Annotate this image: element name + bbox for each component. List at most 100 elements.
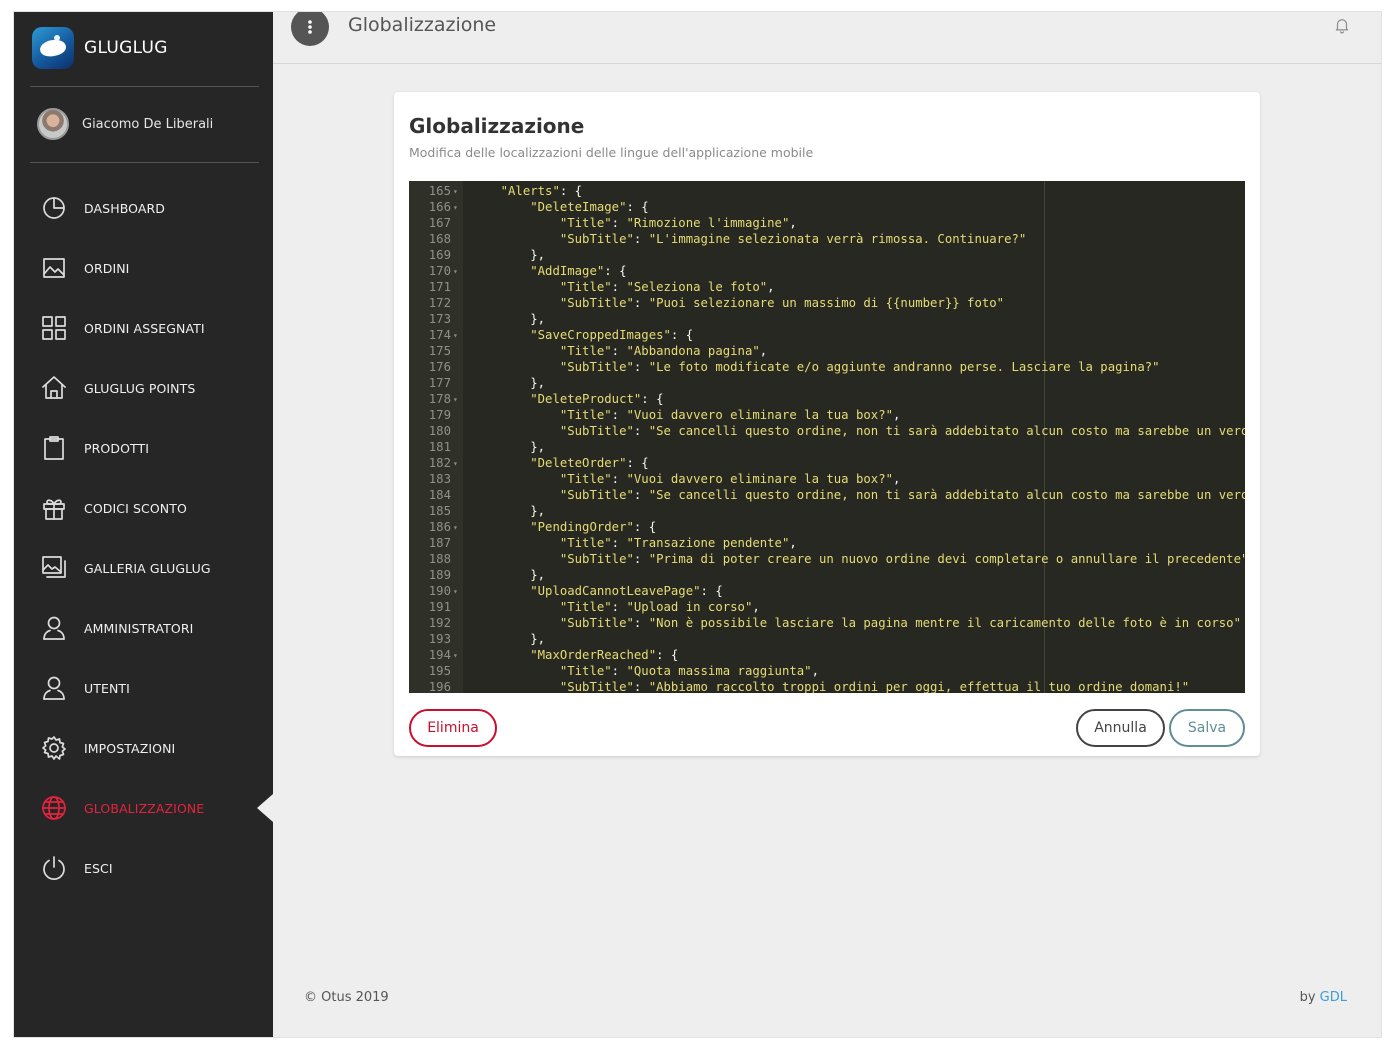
sidebar-item-dashboard[interactable]: DASHBOARD: [14, 178, 273, 238]
code-line: 190 ▾ "UploadCannotLeavePage": {: [409, 583, 1245, 599]
globe-icon: [40, 794, 68, 822]
line-number: 172: [428, 296, 451, 310]
sidebar-item-label: IMPOSTAZIONI: [84, 740, 176, 756]
line-number: 177: [428, 376, 451, 390]
footer-author-link[interactable]: GDL: [1320, 990, 1347, 1005]
code-text: },: [471, 440, 546, 454]
sidebar: GLUGLUG Giacomo De Liberali DASHBOARD ORD…: [14, 12, 273, 1037]
fold-toggle-icon[interactable]: ▾: [453, 391, 461, 408]
sidebar-item-amministratori[interactable]: AMMINISTRATORI: [14, 598, 273, 658]
fold-toggle-icon[interactable]: ▾: [453, 183, 461, 200]
bell-icon[interactable]: [1333, 16, 1351, 34]
save-button[interactable]: Salva: [1169, 709, 1245, 747]
code-line: 191 "Title": "Upload in corso",: [409, 599, 1245, 615]
code-text: "SubTitle": "Se cancelli questo ordine, …: [559, 424, 1245, 438]
sidebar-item-label: UTENTI: [84, 680, 130, 696]
fold-toggle-icon[interactable]: ▾: [453, 455, 461, 472]
line-number: 165: [428, 184, 451, 198]
sidebar-item-esci[interactable]: ESCI: [14, 838, 273, 898]
sidebar-item-utenti[interactable]: UTENTI: [14, 658, 273, 718]
code-text: "DeleteProduct": {: [530, 392, 664, 406]
line-number: 194: [428, 648, 451, 662]
line-number: 181: [428, 440, 451, 454]
brand-name: GLUGLUG: [84, 38, 168, 58]
sidebar-item-ordini[interactable]: ORDINI: [14, 238, 273, 298]
user-icon: [40, 674, 68, 702]
code-text: "UploadCannotLeavePage": {: [530, 584, 723, 598]
sidebar-item-impostazioni[interactable]: IMPOSTAZIONI: [14, 718, 273, 778]
code-text: },: [471, 248, 546, 262]
code-line: 170 ▾ "AddImage": {: [409, 263, 1245, 279]
code-line: 172 "SubTitle": "Puoi selezionare un mas…: [409, 295, 1245, 311]
avatar: [37, 108, 69, 140]
globalization-card: Globalizzazione Modifica delle localizza…: [394, 92, 1260, 756]
code-text: "SubTitle": "L'immagine selezionata verr…: [559, 232, 1027, 246]
sidebar-item-gluglug-points[interactable]: GLUGLUG POINTS: [14, 358, 273, 418]
fold-toggle-icon[interactable]: ▾: [453, 519, 461, 536]
code-line: 175 "Title": "Abbandona pagina",: [409, 343, 1245, 359]
line-number: 174: [428, 328, 451, 342]
code-line: 179 "Title": "Vuoi davvero eliminare la …: [409, 407, 1245, 423]
line-number: 168: [428, 232, 451, 246]
sidebar-item-globalizzazione[interactable]: GLOBALIZZAZIONE: [14, 778, 273, 838]
code-line: 176 "SubTitle": "Le foto modificate e/o …: [409, 359, 1245, 375]
code-lines: 165 ▾ "Alerts": {166 ▾ "DeleteImage": {167…: [409, 183, 1245, 693]
fold-toggle-icon[interactable]: ▾: [453, 263, 461, 280]
line-number: 189: [428, 568, 451, 582]
code-text: },: [471, 376, 546, 390]
line-number: 193: [428, 632, 451, 646]
line-number: 186: [428, 520, 451, 534]
gift-icon: [40, 494, 68, 522]
line-number: 170: [428, 264, 451, 278]
line-number: 192: [428, 616, 451, 630]
divider: [30, 162, 259, 163]
code-text: "SubTitle": "Se cancelli questo ordine, …: [559, 488, 1245, 502]
code-line: 181 },: [409, 439, 1245, 455]
sidebar-item-codici-sconto[interactable]: CODICI SCONTO: [14, 478, 273, 538]
code-line: 168 "SubTitle": "L'immagine selezionata …: [409, 231, 1245, 247]
sidebar-item-label: ORDINI ASSEGNATI: [84, 320, 205, 336]
fold-toggle-icon[interactable]: ▾: [453, 583, 461, 600]
sidebar-item-prodotti[interactable]: PRODOTTI: [14, 418, 273, 478]
code-text: },: [471, 504, 546, 518]
code-text: "SubTitle": "Prima di poter creare un nu…: [559, 552, 1245, 566]
code-text: "Title": "Transazione pendente",: [559, 536, 797, 550]
code-line: 189 },: [409, 567, 1245, 583]
code-text: "DeleteImage": {: [530, 200, 649, 214]
code-text: "DeleteOrder": {: [530, 456, 649, 470]
code-line: 174 ▾ "SaveCroppedImages": {: [409, 327, 1245, 343]
code-text: "Title": "Seleziona le foto",: [559, 280, 775, 294]
sidebar-item-galleria-gluglug[interactable]: GALLERIA GLUGLUG: [14, 538, 273, 598]
line-number: 178: [428, 392, 451, 406]
code-text: "Title": "Vuoi davvero eliminare la tua …: [559, 408, 901, 422]
fold-toggle-icon[interactable]: ▾: [453, 327, 461, 344]
sidebar-item-ordini-assegnati[interactable]: ORDINI ASSEGNATI: [14, 298, 273, 358]
sidebar-item-label: DASHBOARD: [84, 200, 166, 216]
more-menu-button[interactable]: [291, 12, 329, 46]
code-line: 183 "Title": "Vuoi davvero eliminare la …: [409, 471, 1245, 487]
fold-toggle-icon[interactable]: ▾: [453, 647, 461, 664]
user-profile[interactable]: Giacomo De Liberali: [37, 108, 213, 140]
card-title: Globalizzazione: [409, 114, 585, 138]
line-number: 190: [428, 584, 451, 598]
code-line: 186 ▾ "PendingOrder": {: [409, 519, 1245, 535]
code-line: 169 },: [409, 247, 1245, 263]
delete-button[interactable]: Elimina: [409, 709, 497, 747]
code-line: 193 },: [409, 631, 1245, 647]
code-line: 182 ▾ "DeleteOrder": {: [409, 455, 1245, 471]
code-text: "PendingOrder": {: [530, 520, 657, 534]
fold-toggle-icon[interactable]: ▾: [453, 199, 461, 216]
line-number: 183: [428, 472, 451, 486]
clipboard-icon: [40, 434, 68, 462]
cancel-button[interactable]: Annulla: [1076, 709, 1165, 747]
line-number: 169: [428, 248, 451, 262]
user-icon: [40, 614, 68, 642]
brand[interactable]: GLUGLUG: [32, 26, 168, 70]
line-number: 188: [428, 552, 451, 566]
line-number: 167: [428, 216, 451, 230]
line-number: 187: [428, 536, 451, 550]
code-line: 177 },: [409, 375, 1245, 391]
user-name: Giacomo De Liberali: [82, 116, 214, 132]
code-text: "Title": "Quota massima raggiunta",: [559, 664, 819, 678]
json-code-editor[interactable]: 165 ▾ "Alerts": {166 ▾ "DeleteImage": {167…: [409, 181, 1245, 693]
